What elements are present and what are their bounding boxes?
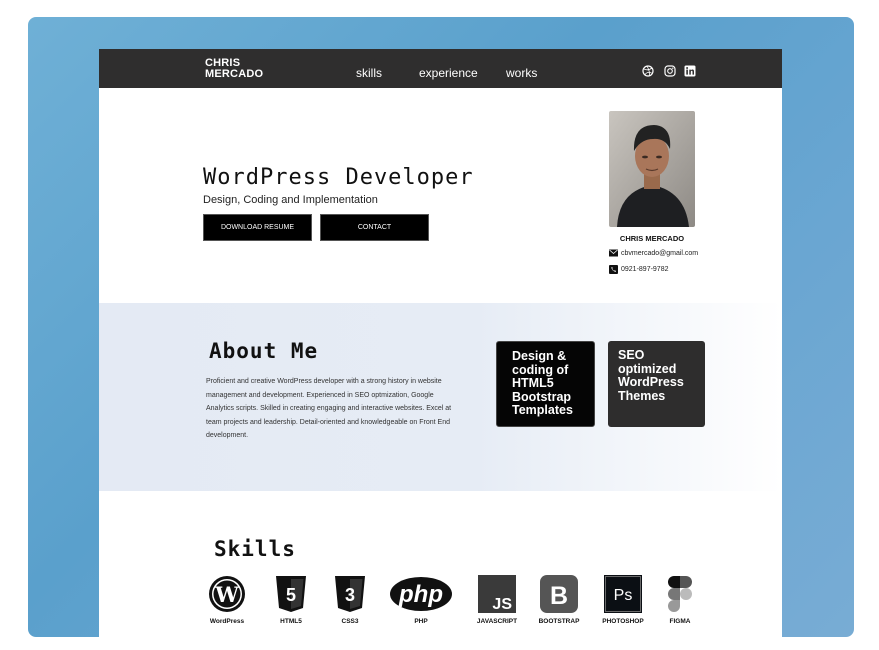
svg-text:W: W — [214, 582, 239, 607]
skill-label: FIGMA — [669, 618, 691, 625]
photoshop-icon: Ps — [604, 575, 642, 613]
logo-line-2: MERCADO — [205, 68, 264, 80]
nav-link-works[interactable]: works — [506, 66, 537, 80]
svg-text:5: 5 — [286, 585, 296, 605]
phone-text[interactable]: 0921-897-9782 — [621, 266, 669, 273]
service-card-bootstrap[interactable]: Design & coding of HTML5 Bootstrap Templ… — [496, 341, 595, 427]
skill-label: WordPress — [209, 618, 245, 625]
skill-label: CSS3 — [341, 618, 359, 625]
php-icon: php — [390, 577, 452, 611]
skill-label: PHP — [414, 618, 428, 625]
skill-label: JAVASCRIPT — [476, 618, 518, 625]
top-navbar: CHRIS MERCADO skills experience works — [99, 49, 782, 88]
about-section: About Me Proficient and creative WordPre… — [99, 303, 782, 491]
javascript-icon: JS — [478, 575, 516, 613]
about-title: About Me — [209, 339, 319, 363]
portfolio-page: CHRIS MERCADO skills experience works Wo… — [99, 49, 782, 637]
svg-text:Ps: Ps — [614, 587, 633, 604]
css3-icon: 3 — [335, 576, 365, 612]
profile-photo — [609, 111, 695, 227]
browser-frame: CHRIS MERCADO skills experience works Wo… — [28, 17, 854, 637]
svg-text:php: php — [398, 581, 443, 608]
nav-link-experience[interactable]: experience — [419, 66, 478, 80]
hero-title: WordPress Developer — [203, 165, 474, 190]
service-card-seo[interactable]: SEO optimized WordPress Themes — [608, 341, 705, 427]
email-text[interactable]: cbvmercado@gmail.com — [621, 250, 698, 257]
profile-name: CHRIS MERCADO — [619, 234, 685, 243]
envelope-icon — [609, 249, 618, 257]
skills-title: Skills — [214, 537, 296, 561]
download-resume-button[interactable]: DOWNLOAD RESUME — [203, 214, 312, 241]
email-row: cbvmercado@gmail.com — [609, 249, 698, 257]
svg-text:B: B — [550, 582, 568, 610]
nav-link-skills[interactable]: skills — [356, 66, 382, 80]
svg-text:JS: JS — [492, 596, 512, 613]
linkedin-icon[interactable] — [684, 65, 696, 77]
site-logo[interactable]: CHRIS MERCADO — [205, 58, 263, 80]
svg-text:3: 3 — [345, 585, 355, 605]
figma-icon — [668, 576, 692, 612]
skill-label: BOOTSTRAP — [538, 618, 580, 625]
phone-row: 0921-897-9782 — [609, 265, 669, 274]
phone-icon — [609, 265, 618, 274]
wordpress-icon: W — [209, 576, 245, 612]
html5-icon: 5 — [276, 576, 306, 612]
about-description: Proficient and creative WordPress develo… — [206, 378, 452, 439]
instagram-icon[interactable] — [664, 65, 676, 77]
bootstrap-icon: B — [540, 575, 578, 613]
dribbble-icon[interactable] — [642, 65, 654, 77]
hero-subtitle: Design, Coding and Implementation — [203, 194, 378, 206]
contact-button[interactable]: CONTACT — [320, 214, 429, 241]
